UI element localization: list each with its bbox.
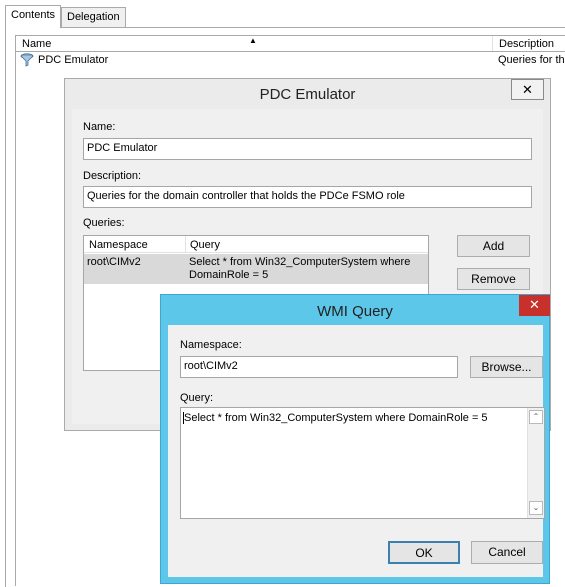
wmi-query-dialog: WMI Query ✕ Namespace: root\CIMv2 Browse… — [160, 294, 550, 584]
remove-button[interactable]: Remove — [457, 268, 530, 290]
panel-border-left — [5, 27, 6, 587]
ok-button[interactable]: OK — [388, 541, 460, 564]
row-namespace: root\CIMv2 — [87, 256, 141, 268]
filter-icon — [20, 53, 34, 67]
name-label: Name: — [83, 121, 116, 133]
pdc-dialog-title: PDC Emulator — [259, 86, 356, 103]
tab-divider — [5, 27, 565, 28]
namespace-label: Namespace: — [180, 339, 242, 351]
cancel-button[interactable]: Cancel — [471, 541, 543, 564]
query-textarea[interactable]: Select * from Win32_ComputerSystem where… — [180, 407, 545, 519]
namespace-field[interactable]: root\CIMv2 — [180, 356, 458, 378]
list-item-description: Queries for the — [498, 54, 565, 66]
list-item[interactable]: PDC Emulator Queries for the — [20, 53, 565, 69]
column-header-name[interactable]: Name — [16, 36, 51, 51]
tab-delegation[interactable]: Delegation — [61, 7, 126, 27]
scroll-up-icon[interactable]: ⌃ — [529, 410, 543, 424]
column-separator — [185, 236, 186, 253]
row-query-line2: DomainRole = 5 — [189, 269, 269, 281]
table-row[interactable]: root\CIMv2 Select * from Win32_ComputerS… — [84, 254, 428, 284]
scroll-down-icon[interactable]: ⌄ — [529, 501, 543, 515]
query-label: Query: — [180, 392, 214, 404]
wmi-client-area: Namespace: root\CIMv2 Browse... Query: S… — [168, 325, 545, 577]
name-field[interactable]: PDC Emulator — [83, 138, 532, 160]
list-border-left — [15, 35, 16, 586]
query-text: Select * from Win32_ComputerSystem where… — [183, 412, 488, 424]
browse-button[interactable]: Browse... — [470, 356, 543, 378]
queries-list-header: Namespace Query — [84, 236, 428, 253]
column-header-description[interactable]: Description — [493, 36, 554, 51]
wmi-dialog-title: WMI Query — [317, 303, 393, 320]
wmi-close-icon[interactable]: ✕ — [519, 295, 550, 316]
pdc-close-icon[interactable]: ✕ — [511, 79, 544, 100]
sort-up-arrow-icon: ▲ — [249, 36, 257, 45]
tab-contents[interactable]: Contents — [5, 5, 62, 28]
column-header-namespace[interactable]: Namespace — [89, 239, 148, 251]
row-query-line1: Select * from Win32_ComputerSystem where — [189, 256, 411, 268]
list-header: Name ▲ Description — [15, 35, 565, 52]
column-header-query[interactable]: Query — [190, 239, 220, 251]
description-label: Description: — [83, 170, 142, 182]
list-item-name: PDC Emulator — [38, 54, 109, 66]
description-field[interactable]: Queries for the domain controller that h… — [83, 186, 532, 208]
query-scrollbar[interactable]: ⌃ ⌄ — [527, 408, 544, 518]
queries-label: Queries: — [83, 217, 125, 229]
add-button[interactable]: Add — [457, 235, 530, 257]
